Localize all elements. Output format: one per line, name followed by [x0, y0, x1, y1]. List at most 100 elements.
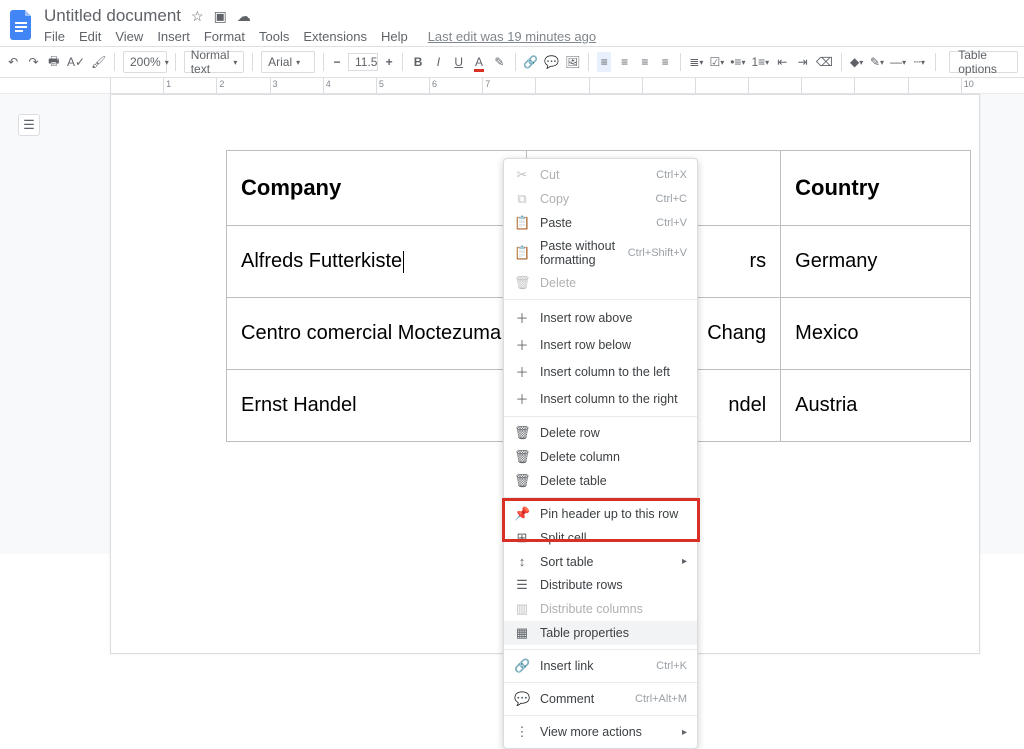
ctx-insert-col-left[interactable]: ＋Insert column to the left: [504, 358, 697, 385]
border-width-button[interactable]: —▾: [890, 52, 906, 72]
font-select[interactable]: Arial▾: [261, 51, 315, 73]
ctx-delete[interactable]: 🗑Delete: [504, 271, 697, 295]
print-button[interactable]: 🖶: [47, 52, 61, 72]
cut-icon: ✂: [514, 167, 530, 183]
ctx-distribute-columns[interactable]: ▥Distribute columns: [504, 597, 697, 621]
ctx-sort-table[interactable]: ↕Sort table▸: [504, 550, 697, 573]
ctx-insert-row-below[interactable]: ＋Insert row below: [504, 331, 697, 358]
cloud-status-icon[interactable]: ☁: [237, 8, 251, 25]
last-edit-status[interactable]: Last edit was 19 minutes ago: [428, 29, 596, 44]
align-left-button[interactable]: ≡: [597, 52, 611, 72]
font-size-input[interactable]: 11.5: [348, 53, 378, 71]
paint-format-button[interactable]: 🖌: [91, 52, 106, 72]
more-icon: ⋮: [514, 724, 530, 740]
add-comment-button[interactable]: 💬: [544, 52, 559, 72]
undo-button[interactable]: ↶: [6, 52, 20, 72]
increase-indent-button[interactable]: ⇥: [795, 52, 809, 72]
font-size-decrease[interactable]: −: [332, 52, 342, 72]
menu-help[interactable]: Help: [381, 29, 408, 44]
bold-button[interactable]: B: [411, 52, 425, 72]
ctx-table-properties[interactable]: ▦Table properties: [504, 621, 697, 645]
ctx-insert-row-above[interactable]: ＋Insert row above: [504, 304, 697, 331]
table-header-cell[interactable]: Country: [781, 151, 971, 226]
docs-logo-icon[interactable]: [8, 7, 36, 43]
show-outline-button[interactable]: ☰: [18, 114, 40, 136]
table-cell[interactable]: Centro comercial Moctezuma: [227, 298, 527, 370]
menu-extensions[interactable]: Extensions: [303, 29, 367, 44]
table-header-cell[interactable]: Company: [227, 151, 527, 226]
font-size-increase[interactable]: +: [384, 52, 394, 72]
line-spacing-button[interactable]: ≣▾: [689, 52, 703, 72]
numbered-list-button[interactable]: 1≡▾: [751, 52, 769, 72]
ctx-view-more[interactable]: ⋮View more actions▸: [504, 720, 697, 744]
align-right-button[interactable]: ≡: [638, 52, 652, 72]
ctx-pin-header[interactable]: 📌Pin header up to this row: [504, 502, 697, 526]
insert-link-button[interactable]: 🔗: [523, 52, 538, 72]
paste-plain-icon: 📋: [514, 245, 530, 261]
table-properties-icon: ▦: [514, 625, 530, 641]
paste-icon: 📋: [514, 215, 530, 231]
menubar: File Edit View Insert Format Tools Exten…: [44, 26, 596, 44]
move-icon[interactable]: ▣: [214, 8, 227, 25]
underline-button[interactable]: U: [452, 52, 466, 72]
document-canvas: ☰ Company Country Alfreds Futterkiste rs…: [0, 94, 1024, 554]
table-cell[interactable]: Mexico: [781, 298, 971, 370]
plus-icon: ＋: [514, 335, 530, 354]
toolbar: ↶ ↷ 🖶 A✓ 🖌 200%▾ Normal text▾ Arial▾ − 1…: [0, 46, 1024, 78]
border-color-button[interactable]: ✎▾: [870, 52, 884, 72]
delete-icon: 🗑: [514, 275, 530, 291]
border-dash-button[interactable]: ┄▾: [912, 52, 926, 72]
highlight-color-button[interactable]: ✎: [492, 52, 506, 72]
clear-formatting-button[interactable]: ⌫: [816, 52, 833, 72]
align-center-button[interactable]: ≡: [617, 52, 631, 72]
table-cell[interactable]: Ernst Handel: [227, 370, 527, 442]
insert-image-button[interactable]: 🖼: [565, 52, 580, 72]
table-options-button[interactable]: Table options: [949, 51, 1018, 73]
ctx-paste[interactable]: 📋PasteCtrl+V: [504, 211, 697, 235]
decrease-indent-button[interactable]: ⇤: [775, 52, 789, 72]
menu-edit[interactable]: Edit: [79, 29, 101, 44]
table-cell[interactable]: Austria: [781, 370, 971, 442]
document-title[interactable]: Untitled document: [44, 6, 181, 26]
horizontal-ruler[interactable]: 1 2 3 4 5 6 7 10: [0, 78, 1024, 94]
bulleted-list-button[interactable]: •≡▾: [730, 52, 745, 72]
text-cursor: [403, 251, 404, 273]
context-menu: ✂CutCtrl+X ⧉CopyCtrl+C 📋PasteCtrl+V 📋Pas…: [503, 158, 698, 749]
menu-insert[interactable]: Insert: [157, 29, 190, 44]
checklist-button[interactable]: ☑▾: [709, 52, 724, 72]
redo-button[interactable]: ↷: [26, 52, 40, 72]
table-cell[interactable]: Germany: [781, 226, 971, 298]
distribute-cols-icon: ▥: [514, 601, 530, 617]
ctx-cut[interactable]: ✂CutCtrl+X: [504, 163, 697, 187]
align-justify-button[interactable]: ≡: [658, 52, 672, 72]
ctx-delete-column[interactable]: 🗑Delete column: [504, 445, 697, 469]
split-icon: ⊞: [514, 530, 530, 546]
ctx-insert-link[interactable]: 🔗Insert linkCtrl+K: [504, 654, 697, 678]
ctx-paste-without-formatting[interactable]: 📋Paste without formattingCtrl+Shift+V: [504, 235, 697, 271]
spellcheck-button[interactable]: A✓: [67, 52, 85, 72]
sort-icon: ↕: [514, 554, 530, 569]
ctx-delete-table[interactable]: 🗑Delete table: [504, 469, 697, 493]
fill-color-button[interactable]: ◆▾: [850, 52, 864, 72]
zoom-select[interactable]: 200%▾: [123, 51, 167, 73]
pin-icon: 📌: [514, 506, 530, 522]
star-icon[interactable]: ☆: [191, 8, 204, 25]
menu-file[interactable]: File: [44, 29, 65, 44]
paragraph-style-select[interactable]: Normal text▾: [184, 51, 245, 73]
ctx-comment[interactable]: 💬CommentCtrl+Alt+M: [504, 687, 697, 711]
ctx-split-cell[interactable]: ⊞Split cell: [504, 526, 697, 550]
trash-icon: 🗑: [514, 425, 530, 441]
ctx-copy[interactable]: ⧉CopyCtrl+C: [504, 187, 697, 211]
trash-icon: 🗑: [514, 473, 530, 489]
menu-view[interactable]: View: [115, 29, 143, 44]
ctx-distribute-rows[interactable]: ☰Distribute rows: [504, 573, 697, 597]
text-color-button[interactable]: A: [472, 52, 486, 72]
copy-icon: ⧉: [514, 191, 530, 207]
ctx-insert-col-right[interactable]: ＋Insert column to the right: [504, 385, 697, 412]
menu-format[interactable]: Format: [204, 29, 245, 44]
table-cell[interactable]: Alfreds Futterkiste: [227, 226, 527, 298]
ctx-delete-row[interactable]: 🗑Delete row: [504, 421, 697, 445]
italic-button[interactable]: I: [431, 52, 445, 72]
menu-tools[interactable]: Tools: [259, 29, 289, 44]
plus-icon: ＋: [514, 362, 530, 381]
